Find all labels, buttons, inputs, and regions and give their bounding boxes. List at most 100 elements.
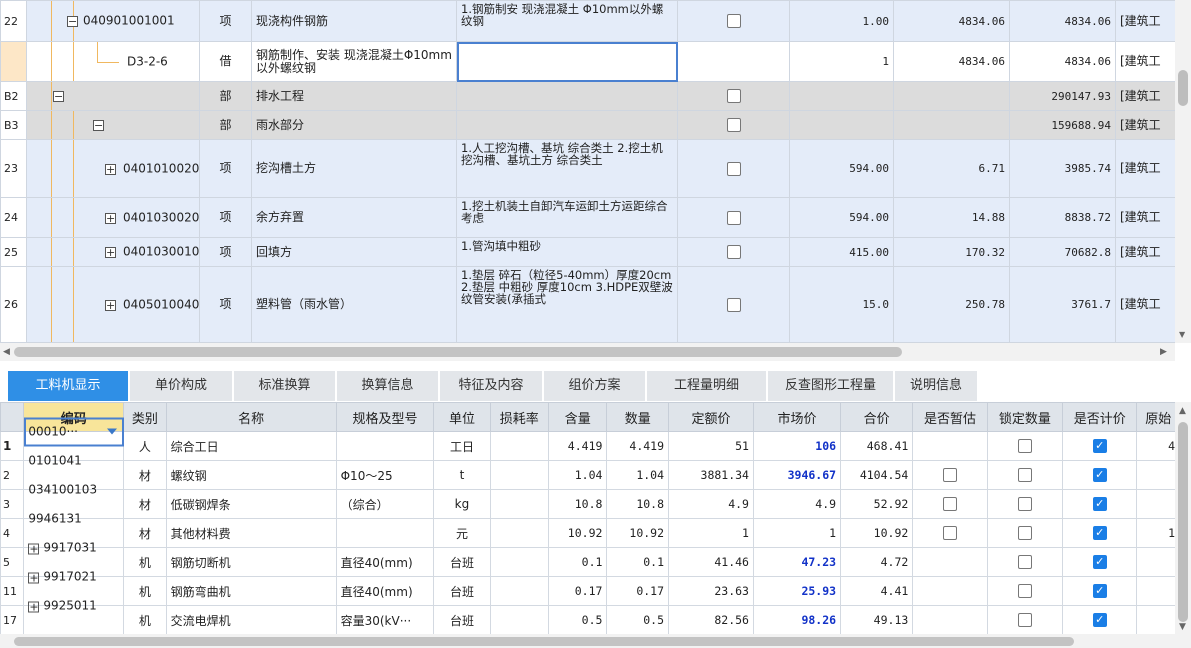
resource-row[interactable]: 2 0101041 材螺纹钢 Φ10～25 t 1.04 1.04 3881.34 3946.6… — [0, 445, 1175, 490]
price-cell[interactable]: ✓ — [1062, 518, 1138, 548]
estimate-checkbox[interactable] — [942, 468, 957, 483]
item-checkbox[interactable] — [677, 41, 790, 82]
tab-2[interactable]: 标准换算 — [234, 371, 337, 401]
resource-name[interactable]: 钢筋切断机 — [165, 547, 337, 577]
tree-cell[interactable]: − — [26, 81, 200, 111]
checkbox-icon[interactable] — [726, 89, 741, 103]
lock-cell[interactable] — [986, 431, 1064, 461]
include-price-checkbox[interactable]: ✓ — [1092, 555, 1107, 570]
expand-icon[interactable]: − — [67, 16, 78, 27]
price-cell[interactable]: ✓ — [1062, 431, 1138, 461]
resource-code[interactable]: 9946131 — [23, 503, 125, 534]
column-header-11[interactable]: 合价 — [840, 402, 914, 432]
resource-row[interactable]: 4 9946131 材其他材料费元 10.92 10.92 1 1 10.92 ✓ 1 — [0, 503, 1175, 548]
resource-content[interactable]: 10.8 — [548, 489, 608, 519]
estimate-cell[interactable] — [912, 489, 988, 519]
item-name[interactable]: 雨水部分 — [251, 110, 457, 140]
resource-content[interactable]: 10.92 — [548, 518, 608, 548]
resource-loss-rate[interactable] — [489, 547, 550, 577]
item-quantity[interactable]: 1.00 — [789, 0, 894, 42]
expand-icon[interactable]: + — [28, 572, 40, 584]
resource-loss-rate[interactable] — [489, 489, 550, 519]
resource-market-price[interactable]: 47.23 — [752, 547, 842, 577]
expand-icon[interactable]: + — [28, 543, 40, 555]
resource-code[interactable]: 00010··· — [23, 416, 125, 447]
resource-quantity[interactable]: 10.8 — [606, 489, 670, 519]
expand-icon[interactable]: + — [28, 601, 40, 613]
tree-cell[interactable]: +040103001002 — [26, 237, 200, 267]
item-fee-category[interactable]: [建筑工 — [1115, 41, 1175, 82]
resource-content[interactable]: 4.419 — [548, 431, 608, 461]
bill-row[interactable]: 23+040101002001项挖沟槽土方1.人工挖沟槽、基坑 综合类土 2.挖… — [0, 139, 1175, 198]
expand-icon[interactable]: + — [105, 299, 116, 311]
lower-vertical-scrollbar[interactable]: ▲ ▼ — [1175, 402, 1191, 634]
resource-market-price[interactable]: 106 — [752, 431, 842, 461]
resource-loss-rate[interactable] — [489, 460, 550, 490]
resource-loss-rate[interactable] — [489, 518, 550, 548]
resource-name[interactable]: 其他材料费 — [165, 518, 337, 548]
resource-spec[interactable]: 直径40(mm) — [335, 576, 435, 606]
resource-quantity[interactable]: 0.1 — [606, 547, 670, 577]
bill-row[interactable]: B2 − 部排水工程 290147.93 [建筑工 — [0, 81, 1175, 111]
column-header-15[interactable]: 原始 — [1136, 402, 1175, 432]
item-features[interactable]: 1.管沟填中粗砂 — [456, 237, 678, 267]
column-header-12[interactable]: 是否暂估 — [912, 402, 988, 432]
item-checkbox[interactable] — [677, 237, 790, 267]
resource-code[interactable]: 034100103 — [23, 474, 125, 505]
include-price-checkbox[interactable]: ✓ — [1092, 584, 1107, 599]
item-quantity[interactable]: 15.0 — [789, 266, 894, 343]
estimate-cell[interactable] — [912, 605, 988, 634]
resource-spec[interactable]: 直径40(mm) — [335, 547, 435, 577]
resource-code[interactable]: +9917021 — [23, 561, 125, 592]
checkbox-icon[interactable] — [726, 297, 741, 312]
tree-cell[interactable]: +040101002001 — [26, 139, 200, 198]
lower-horizontal-scrollbar[interactable] — [0, 634, 1191, 648]
price-cell[interactable]: ✓ — [1062, 460, 1138, 490]
item-quantity[interactable] — [789, 81, 894, 111]
estimate-cell[interactable] — [912, 547, 988, 577]
estimate-cell[interactable] — [912, 518, 988, 548]
resource-content[interactable]: 0.17 — [548, 576, 608, 606]
resource-code[interactable]: 0101041 — [23, 445, 125, 476]
item-quantity[interactable]: 594.00 — [789, 139, 894, 198]
bill-row[interactable]: 22−040901001001 项现浇构件钢筋 1.钢筋制安 现浇混凝土 Φ10mm… — [0, 0, 1175, 42]
tab-6[interactable]: 工程量明细 — [647, 371, 768, 401]
lock-cell[interactable] — [986, 605, 1064, 634]
item-checkbox[interactable] — [677, 0, 790, 42]
item-name[interactable]: 现浇构件钢筋 — [251, 0, 457, 42]
item-checkbox[interactable] — [677, 266, 790, 343]
resource-spec[interactable]: 容量30(kV··· — [335, 605, 435, 634]
resource-market-price[interactable]: 3946.67 — [752, 460, 842, 490]
dropdown-arrow-icon[interactable] — [107, 428, 118, 435]
item-name[interactable]: 回填方 — [251, 237, 457, 267]
lock-cell[interactable] — [986, 460, 1064, 490]
item-fee-category[interactable]: [建筑工 — [1115, 237, 1175, 267]
item-name[interactable]: 塑料管（雨水管） — [251, 266, 457, 343]
bill-row[interactable]: 26+040501004001项塑料管（雨水管）1.垫层 碎石（粒径5-40mm… — [0, 266, 1175, 343]
resource-market-price[interactable]: 98.26 — [752, 605, 842, 634]
item-checkbox[interactable] — [677, 81, 790, 111]
checkbox-icon[interactable] — [726, 210, 741, 225]
column-header-8[interactable]: 数量 — [606, 402, 670, 432]
tab-8[interactable]: 说明信息 — [895, 371, 979, 401]
price-cell[interactable]: ✓ — [1062, 547, 1138, 577]
column-header-0[interactable] — [0, 402, 25, 432]
tab-7[interactable]: 反查图形工程量 — [768, 371, 895, 401]
resource-quantity[interactable]: 0.17 — [606, 576, 670, 606]
resource-content[interactable]: 0.1 — [548, 547, 608, 577]
tree-cell[interactable]: +040501004001 — [26, 266, 200, 343]
item-quantity[interactable]: 1 — [789, 41, 894, 82]
resource-content[interactable]: 1.04 — [548, 460, 608, 490]
tree-cell[interactable]: −040901001001 — [26, 0, 200, 42]
resource-quantity[interactable]: 4.419 — [606, 431, 670, 461]
item-features[interactable] — [456, 110, 678, 140]
item-features[interactable] — [456, 41, 678, 82]
resource-name[interactable]: 交流电焊机 — [165, 605, 337, 634]
resource-code[interactable]: +9917031 — [23, 532, 125, 563]
upper-vertical-scrollbar[interactable]: ▼ — [1175, 0, 1191, 343]
item-quantity[interactable] — [789, 110, 894, 140]
column-header-4[interactable]: 规格及型号 — [335, 402, 435, 432]
item-features[interactable] — [456, 81, 678, 111]
tab-5[interactable]: 组价方案 — [544, 371, 647, 401]
include-price-checkbox[interactable]: ✓ — [1092, 526, 1107, 541]
